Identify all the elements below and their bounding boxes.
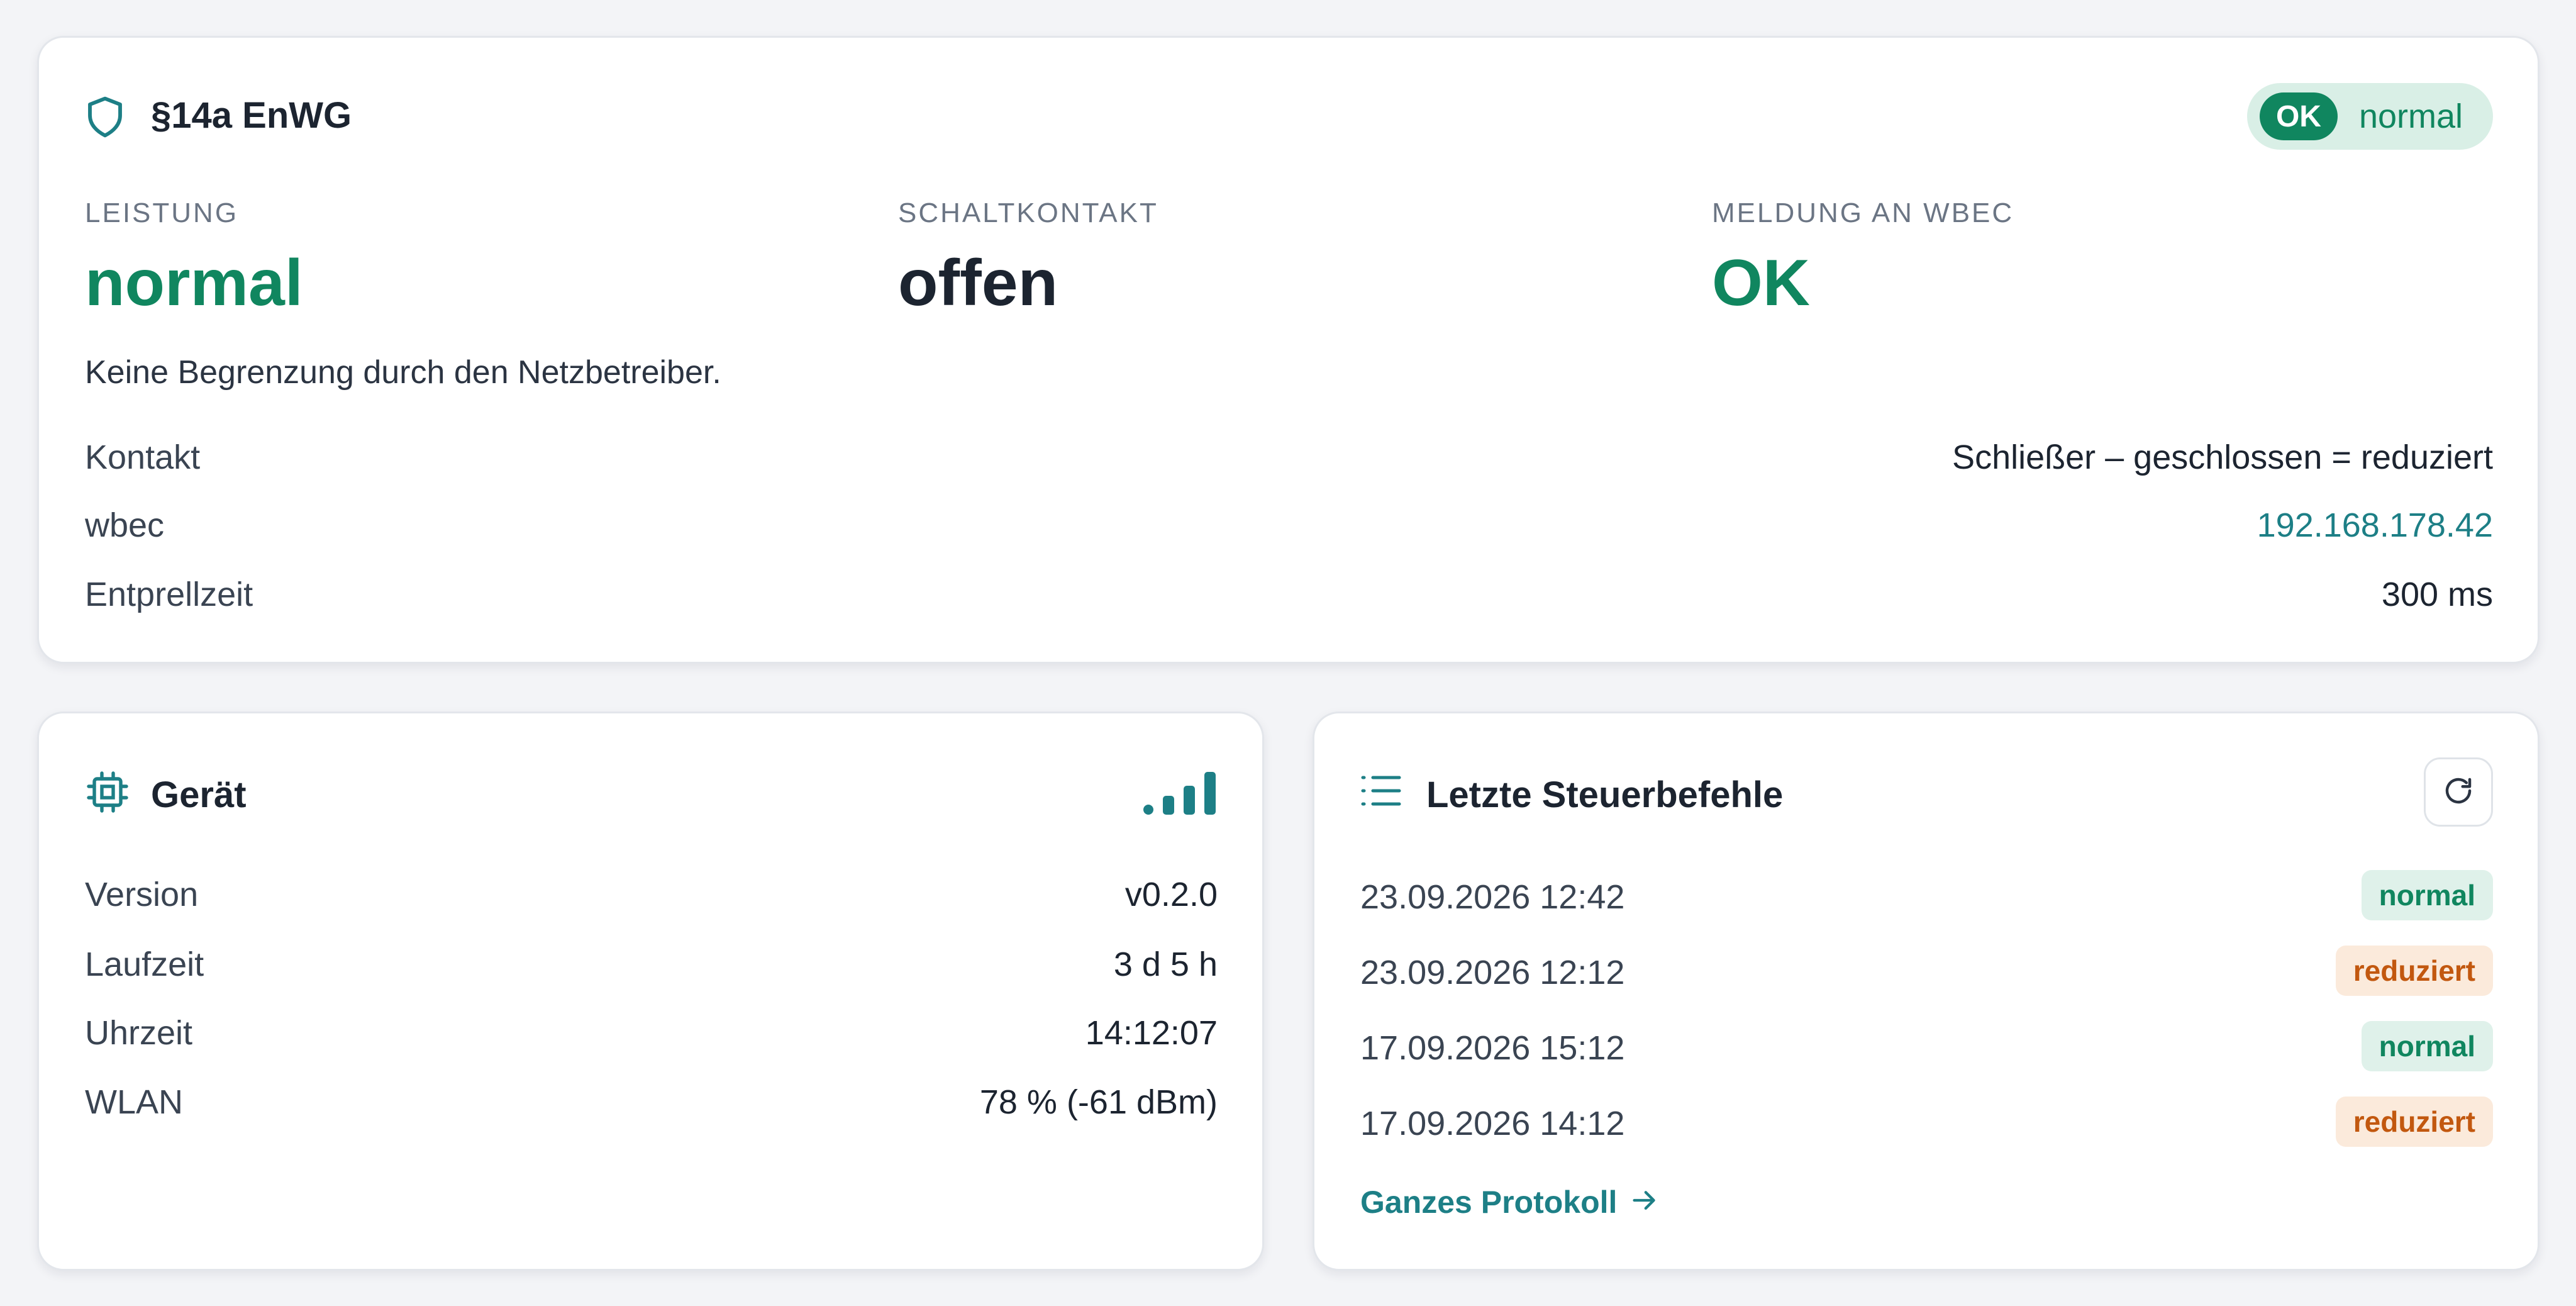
row-label-wbec: wbec — [85, 506, 165, 544]
command-time: 23.09.2026 12:42 — [1360, 878, 1625, 916]
enwg-card: §14a EnWG OK normal LEISTUNG normal SCHA… — [37, 36, 2540, 664]
status-pill: OK normal — [2246, 83, 2493, 150]
enwg-title: §14a EnWG — [151, 95, 352, 136]
command-status-badge: reduziert — [2335, 946, 2493, 996]
commands-card: Letzte Steuerbefehle 23.09.2026 12:42 no… — [1313, 712, 2540, 1271]
full-log-link-label: Ganzes Protokoll — [1360, 1185, 1618, 1220]
refresh-icon — [2441, 774, 2475, 811]
row-label-kontakt: Kontakt — [85, 438, 201, 476]
row-value-laufzeit: 3 d 5 h — [1113, 946, 1218, 983]
row-value-entprellzeit: 300 ms — [2381, 576, 2493, 613]
full-log-link[interactable]: Ganzes Protokoll — [1360, 1186, 1658, 1218]
command-time: 17.09.2026 14:12 — [1360, 1105, 1625, 1142]
command-status-badge: normal — [2361, 1021, 2493, 1071]
command-status-badge: normal — [2361, 870, 2493, 920]
commands-title: Letzte Steuerbefehle — [1426, 774, 1784, 815]
stat-value-schaltkontakt: offen — [898, 247, 1058, 320]
row-value-kontakt: Schließer – geschlossen = reduziert — [1952, 438, 2493, 476]
command-status-badge: reduziert — [2335, 1097, 2493, 1147]
list-icon — [1360, 774, 1402, 810]
row-label-wlan: WLAN — [85, 1083, 184, 1121]
chip-icon — [85, 769, 130, 818]
row-label-version: Version — [85, 876, 199, 913]
row-label-uhrzeit: Uhrzeit — [85, 1014, 193, 1052]
stat-value-meldung: OK — [1712, 247, 1810, 320]
refresh-button[interactable] — [2424, 757, 2493, 827]
stat-label-meldung: MELDUNG AN WBEC — [1712, 198, 2014, 228]
status-text: normal — [2358, 98, 2463, 135]
command-time: 17.09.2026 15:12 — [1360, 1029, 1625, 1067]
row-label-entprellzeit: Entprellzeit — [85, 576, 253, 613]
stat-label-schaltkontakt: SCHALTKONTAKT — [898, 198, 1158, 228]
row-value-wlan: 78 % (-61 dBm) — [979, 1083, 1218, 1121]
enwg-description: Keine Begrenzung durch den Netzbetreiber… — [85, 354, 721, 391]
stat-value-leistung: normal — [85, 247, 303, 320]
row-value-uhrzeit: 14:12:07 — [1085, 1014, 1218, 1052]
device-title: Gerät — [151, 774, 247, 815]
device-card: Gerät Version v0.2.0 Laufzeit 3 d 5 h Uh… — [37, 712, 1264, 1271]
status-ok-badge: OK — [2259, 92, 2338, 140]
wbec-ip-link[interactable]: 192.168.178.42 — [2257, 508, 2493, 542]
row-label-laufzeit: Laufzeit — [85, 946, 204, 983]
shield-icon — [85, 95, 125, 142]
arrow-right-icon — [1631, 1186, 1658, 1218]
stat-label-leistung: LEISTUNG — [85, 198, 239, 228]
row-value-version: v0.2.0 — [1124, 876, 1218, 913]
command-time: 23.09.2026 12:12 — [1360, 954, 1625, 991]
signal-bars-icon — [1142, 768, 1218, 819]
